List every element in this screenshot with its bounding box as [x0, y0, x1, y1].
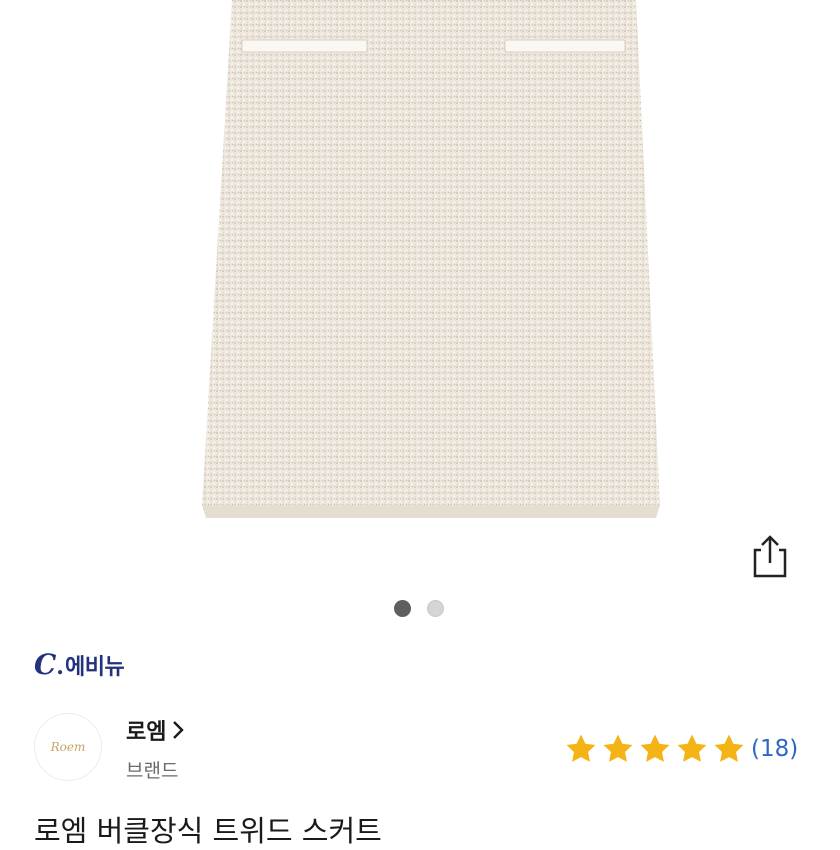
carousel-dot-2[interactable] — [427, 599, 444, 617]
share-button[interactable] — [748, 532, 792, 580]
skirt-photo — [202, 0, 660, 518]
product-title: 로엠 버클장식 트위드 스커트 — [34, 814, 382, 848]
store-logo-dot: . — [56, 654, 64, 680]
rating[interactable]: (18) — [564, 732, 798, 766]
brand-link[interactable]: 로엠 — [126, 714, 185, 746]
brand-name: 로엠 — [126, 720, 167, 745]
brand-caption: 브랜드 — [126, 760, 179, 782]
product-image[interactable] — [0, 0, 840, 590]
chevron-right-icon — [173, 721, 185, 739]
star-icon — [603, 734, 633, 762]
carousel-dot-1[interactable] — [394, 599, 411, 617]
store-logo[interactable]: C . 에비뉴 — [34, 648, 125, 682]
star-icon — [566, 734, 596, 762]
brand-avatar[interactable]: Roem — [34, 713, 102, 781]
store-logo-c: C — [34, 648, 57, 681]
star-icon — [677, 734, 707, 762]
review-count-link[interactable]: (18) — [751, 736, 798, 762]
store-logo-name: 에비뉴 — [64, 655, 125, 680]
carousel-dots — [394, 599, 444, 617]
brand-avatar-logo: Roem — [50, 740, 86, 754]
star-icon — [640, 734, 670, 762]
share-icon — [753, 535, 787, 578]
star-icon — [714, 734, 744, 762]
